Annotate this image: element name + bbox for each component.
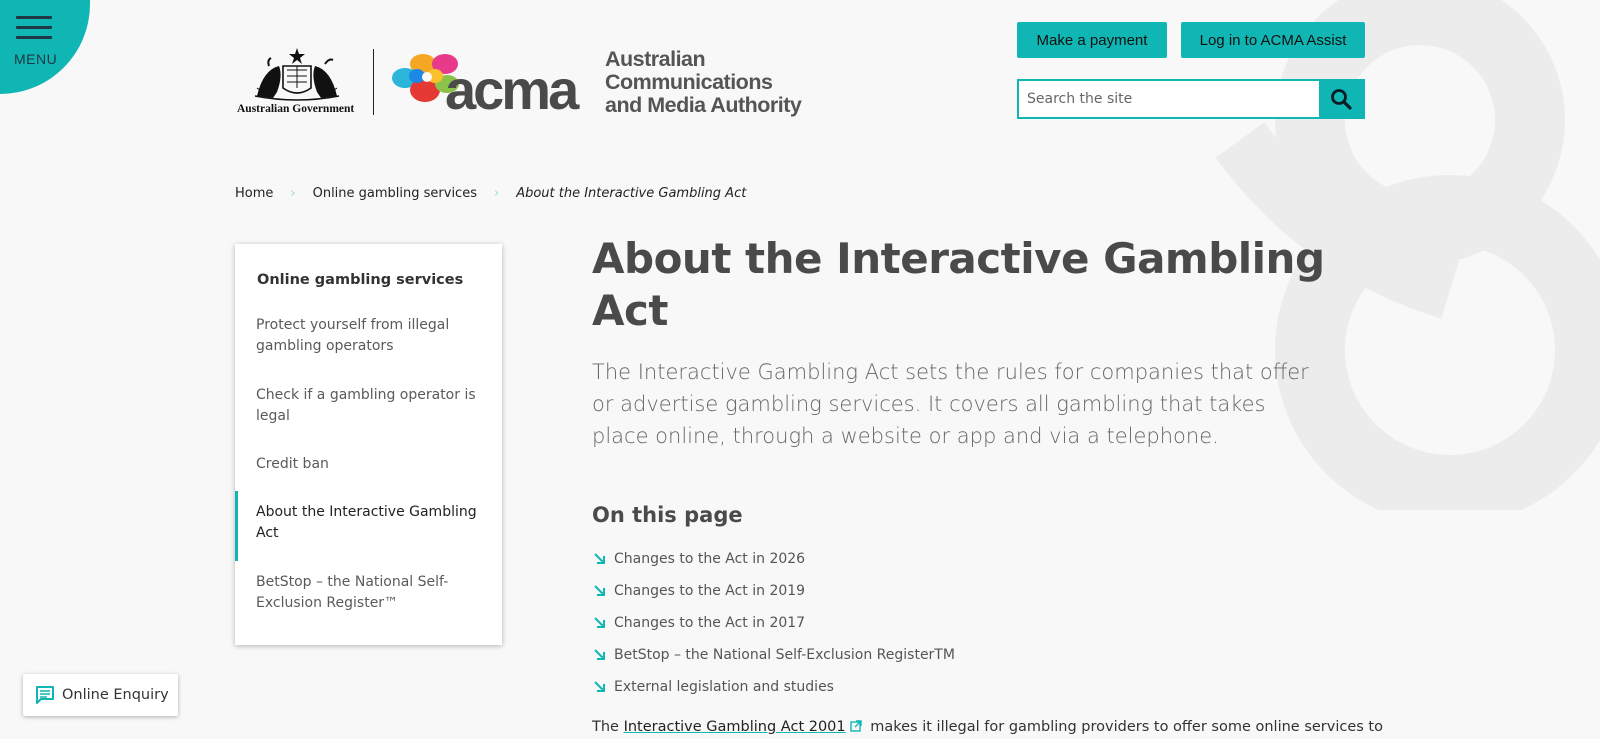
body-paragraph: The Interactive Gambling Act 2001 makes … xyxy=(592,719,1383,735)
sidebar-item-betstop[interactable]: BetStop – the National Self-Exclusion Re… xyxy=(256,572,481,614)
site-logo[interactable]: Australian Government acma Australian Co… xyxy=(235,46,825,118)
menu-label: MENU xyxy=(14,51,58,67)
on-this-page-heading: On this page xyxy=(592,503,743,527)
breadcrumb-separator-icon: › xyxy=(493,186,500,201)
menu-button[interactable]: MENU xyxy=(0,0,90,94)
acma-full-name: Australian Communications and Media Auth… xyxy=(605,47,802,117)
iga-2001-external-link[interactable]: Interactive Gambling Act 2001 xyxy=(624,719,846,735)
sidebar-active-indicator xyxy=(235,491,238,561)
search-icon xyxy=(1331,89,1352,110)
acma-wordmark: acma xyxy=(445,58,579,121)
online-enquiry-button[interactable]: Online Enquiry xyxy=(23,674,178,716)
breadcrumb-home[interactable]: Home xyxy=(235,186,273,201)
sidebar-item-credit-ban[interactable]: Credit ban xyxy=(256,454,481,475)
login-acma-assist-button[interactable]: Log in to ACMA Assist xyxy=(1181,22,1365,58)
breadcrumb: Home › Online gambling services › About … xyxy=(235,186,746,201)
arrow-down-right-icon xyxy=(594,649,605,660)
arrow-down-right-icon xyxy=(594,553,605,564)
page-title: About the Interactive Gambling Act xyxy=(592,234,1325,335)
make-payment-button[interactable]: Make a payment xyxy=(1017,22,1167,58)
sidebar-item-protect-yourself[interactable]: Protect yourself from illegal gambling o… xyxy=(256,315,481,357)
breadcrumb-current: About the Interactive Gambling Act xyxy=(516,186,747,201)
government-label: Australian Government xyxy=(237,103,355,115)
on-this-page-link[interactable]: BetStop – the National Self-Exclusion Re… xyxy=(593,639,955,671)
breadcrumb-separator-icon: › xyxy=(290,186,296,201)
logo-divider xyxy=(373,49,374,115)
arrow-down-right-icon xyxy=(594,617,605,628)
sidebar-item-check-operator[interactable]: Check if a gambling operator is legal xyxy=(256,385,481,427)
arrow-down-right-icon xyxy=(594,681,605,692)
page-intro: The Interactive Gambling Act sets the ru… xyxy=(592,360,1309,448)
section-sidebar-nav: Online gambling services Protect yoursel… xyxy=(235,244,502,645)
sidebar-title[interactable]: Online gambling services xyxy=(257,272,463,288)
online-enquiry-label: Online Enquiry xyxy=(62,687,169,703)
external-link-icon xyxy=(849,720,862,732)
hamburger-icon xyxy=(16,16,52,40)
search-button[interactable] xyxy=(1319,81,1363,117)
on-this-page-link[interactable]: Changes to the Act in 2026 xyxy=(593,543,955,575)
search-input[interactable] xyxy=(1019,81,1319,117)
on-this-page-list: Changes to the Act in 2026 Changes to th… xyxy=(593,543,955,703)
on-this-page-link[interactable]: Changes to the Act in 2017 xyxy=(593,607,955,639)
on-this-page-link[interactable]: Changes to the Act in 2019 xyxy=(593,575,955,607)
arrow-down-right-icon xyxy=(594,585,605,596)
on-this-page-link[interactable]: External legislation and studies xyxy=(593,671,955,703)
sidebar-item-about-iga[interactable]: About the Interactive Gambling Act xyxy=(256,502,481,544)
site-search xyxy=(1017,79,1365,119)
breadcrumb-online-gambling[interactable]: Online gambling services xyxy=(313,186,477,201)
chat-icon xyxy=(36,686,54,704)
